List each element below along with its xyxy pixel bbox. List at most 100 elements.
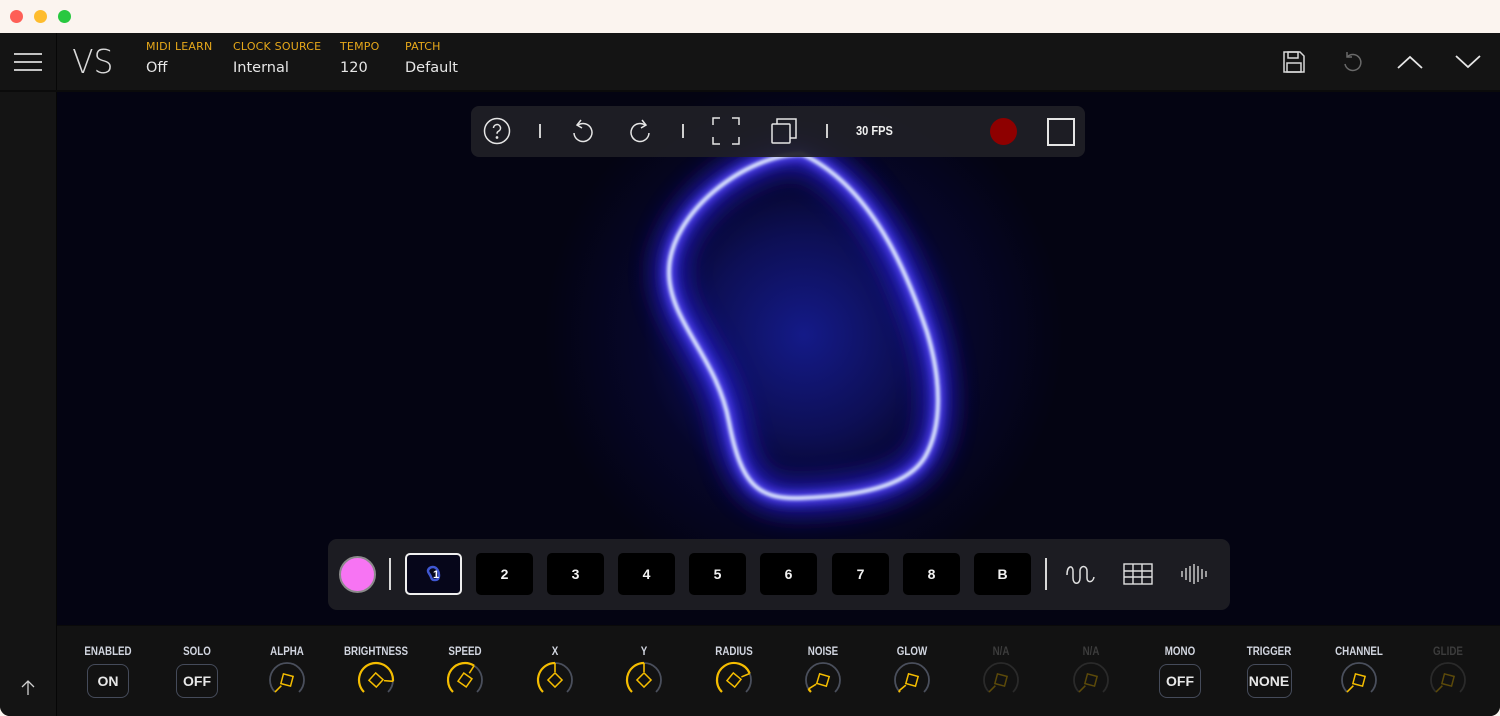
knob-marker xyxy=(367,671,385,689)
knob-pointer xyxy=(808,683,817,690)
clock-source-value[interactable]: Internal xyxy=(233,60,321,76)
control-solo: SOLO OFF xyxy=(157,646,237,698)
n-a-knob[interactable] xyxy=(1070,660,1112,700)
maximize-window-button[interactable] xyxy=(58,10,71,23)
sidebar xyxy=(0,92,57,716)
y-knob[interactable] xyxy=(623,660,665,700)
arrow-up-icon xyxy=(21,680,35,695)
midi-learn-label: MIDI LEARN xyxy=(146,40,213,53)
waveform-view-button[interactable] xyxy=(1063,559,1099,589)
save-button[interactable] xyxy=(1279,47,1309,77)
scroll-up-button[interactable] xyxy=(16,676,40,700)
knob-marker xyxy=(904,672,920,688)
knob-track xyxy=(1073,662,1109,693)
close-window-button[interactable] xyxy=(10,10,23,23)
solo-toggle-button[interactable]: OFF xyxy=(176,664,218,698)
help-button[interactable] xyxy=(481,115,513,147)
stop-button[interactable] xyxy=(1047,118,1075,146)
color-swatch[interactable] xyxy=(339,556,376,593)
control-label: GLIDE xyxy=(1433,646,1463,658)
channel-knob[interactable] xyxy=(1338,660,1380,700)
knob-pointer xyxy=(1078,685,1086,693)
tempo-label: TEMPO xyxy=(340,40,380,53)
trigger-toggle-button[interactable]: NONE xyxy=(1246,664,1292,698)
mono-toggle-button[interactable]: OFF xyxy=(1159,664,1201,698)
control-label: MONO xyxy=(1164,646,1196,658)
menu-button[interactable] xyxy=(0,33,57,90)
fullscreen-button[interactable] xyxy=(710,115,742,147)
x-knob[interactable] xyxy=(534,660,576,700)
previous-patch-button[interactable] xyxy=(1395,47,1425,77)
midi-learn-field[interactable]: MIDI LEARN Off xyxy=(146,40,212,76)
slot-b[interactable]: B xyxy=(974,553,1031,595)
slot-7[interactable]: 7 xyxy=(832,553,889,595)
waveform-icon xyxy=(1066,565,1095,584)
control-label: BRIGHTNESS xyxy=(343,646,409,658)
brightness-knob[interactable] xyxy=(355,660,397,700)
noise-knob[interactable] xyxy=(802,660,844,700)
patch-field[interactable]: PATCH Default xyxy=(405,40,458,76)
slot-6[interactable]: 6 xyxy=(760,553,817,595)
n-a-knob[interactable] xyxy=(980,660,1022,700)
duplicate-button[interactable] xyxy=(768,115,800,147)
visual-canvas[interactable]: 30 FPS 1 2 3 4 5 6 7 8 B xyxy=(57,92,1500,625)
knob-pointer xyxy=(274,685,282,693)
slot-bar: 1 2 3 4 5 6 7 8 B xyxy=(328,539,1230,610)
slot-4[interactable]: 4 xyxy=(618,553,675,595)
undo-icon xyxy=(573,119,593,143)
control-glow: GLOW xyxy=(872,646,952,700)
knob-pointer xyxy=(383,679,394,683)
record-button[interactable] xyxy=(990,118,1017,145)
toolbar-divider xyxy=(539,124,541,138)
control-label: SPEED xyxy=(448,646,482,658)
knob-pointer xyxy=(741,672,751,678)
slot-8[interactable]: 8 xyxy=(903,553,960,595)
grid-view-button[interactable] xyxy=(1120,559,1156,589)
control-mono: MONO OFF xyxy=(1140,646,1220,698)
slot-5[interactable]: 5 xyxy=(689,553,746,595)
header-bar: VS MIDI LEARN Off CLOCK SOURCE Internal … xyxy=(0,33,1500,92)
control-y: Y xyxy=(604,646,684,700)
knob-pointer xyxy=(468,665,475,674)
undo-icon xyxy=(1344,52,1362,72)
next-patch-button[interactable] xyxy=(1453,47,1483,77)
knob-marker xyxy=(456,671,474,689)
enabled-toggle-button[interactable]: ON xyxy=(87,664,129,698)
glide-knob[interactable] xyxy=(1427,660,1469,700)
window-titlebar xyxy=(0,0,1500,33)
clock-source-label: CLOCK SOURCE xyxy=(233,40,322,53)
knob-marker xyxy=(279,672,295,688)
clock-source-field[interactable]: CLOCK SOURCE Internal xyxy=(233,40,321,76)
tempo-field[interactable]: TEMPO 120 xyxy=(340,40,379,76)
parameter-controls: ENABLED ON SOLO OFF ALPHA BRIGHTNESS SPEED X Y RA… xyxy=(57,625,1500,716)
slot-divider xyxy=(1045,558,1047,590)
fps-readout: 30 FPS xyxy=(856,123,893,138)
midi-learn-value[interactable]: Off xyxy=(146,60,212,76)
radius-knob[interactable] xyxy=(713,660,755,700)
glow-knob[interactable] xyxy=(891,660,933,700)
spectrum-view-button[interactable] xyxy=(1177,559,1213,589)
minimize-window-button[interactable] xyxy=(34,10,47,23)
undo-button[interactable] xyxy=(567,115,599,147)
tempo-value[interactable]: 120 xyxy=(340,60,379,76)
toolbar-divider xyxy=(826,124,828,138)
knob-marker xyxy=(993,672,1009,688)
knob-pointer xyxy=(988,685,996,693)
slot-2[interactable]: 2 xyxy=(476,553,533,595)
control-trigger: TRIGGER NONE xyxy=(1229,646,1309,698)
spectrum-icon xyxy=(1181,564,1207,584)
control-speed: SPEED xyxy=(425,646,505,700)
control-label: Y xyxy=(640,646,648,658)
slot-1[interactable]: 1 xyxy=(405,553,462,595)
patch-label: PATCH xyxy=(405,40,441,53)
redo-button[interactable] xyxy=(624,115,656,147)
knob-track xyxy=(983,662,1019,693)
speed-knob[interactable] xyxy=(444,660,486,700)
alpha-knob[interactable] xyxy=(266,660,308,700)
slot-3[interactable]: 3 xyxy=(547,553,604,595)
undo-header-button[interactable] xyxy=(1337,47,1367,77)
patch-value[interactable]: Default xyxy=(405,60,458,76)
control-n-a: N/A xyxy=(1051,646,1131,700)
duplicate-icon xyxy=(771,118,797,144)
control-label: NOISE xyxy=(807,646,839,658)
